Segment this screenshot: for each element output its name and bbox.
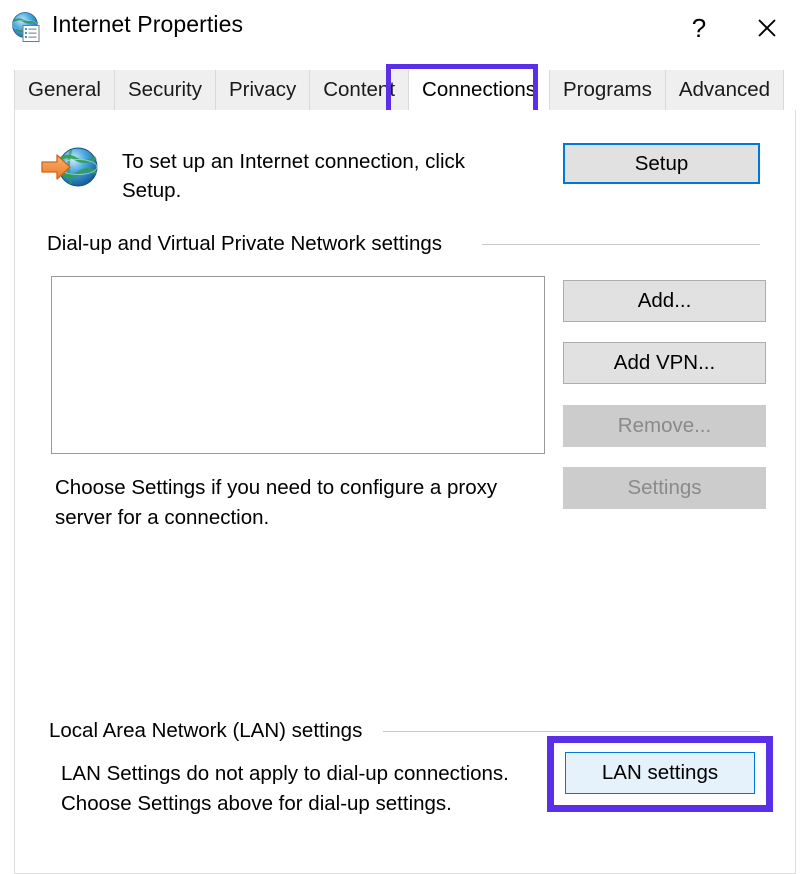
lan-group-rule (383, 731, 760, 732)
internet-properties-window: Internet Properties ? General Security P… (0, 0, 810, 874)
tab-strip: General Security Privacy Content Connect… (14, 70, 785, 110)
dialup-group-rule (482, 244, 760, 245)
tab-programs[interactable]: Programs (550, 70, 666, 110)
tab-security[interactable]: Security (114, 70, 216, 110)
tab-privacy[interactable]: Privacy (216, 70, 311, 110)
tab-general[interactable]: General (14, 70, 115, 110)
dialup-group-label: Dial-up and Virtual Private Network sett… (47, 232, 442, 256)
window-title: Internet Properties (52, 11, 244, 37)
help-button[interactable]: ? (666, 0, 732, 56)
title-bar: Internet Properties ? (0, 0, 810, 56)
add-vpn-button[interactable]: Add VPN... (563, 342, 766, 384)
internet-properties-icon (10, 10, 44, 44)
tab-connections[interactable]: Connections (409, 70, 550, 110)
lan-settings-button[interactable]: LAN settings (565, 752, 755, 794)
remove-button: Remove... (563, 405, 766, 447)
lan-description: LAN Settings do not apply to dial-up con… (61, 762, 509, 815)
setup-description: To set up an Internet connection, click … (122, 150, 466, 202)
close-icon (758, 19, 776, 37)
add-button[interactable]: Add... (563, 280, 766, 322)
dialup-connections-list[interactable] (51, 276, 545, 454)
tab-advanced[interactable]: Advanced (665, 70, 785, 110)
settings-button: Settings (563, 467, 766, 509)
tab-content[interactable]: Content (310, 70, 410, 110)
lan-group-label: Local Area Network (LAN) settings (49, 719, 363, 743)
setup-button[interactable]: Setup (563, 143, 760, 184)
proxy-hint-text: Choose Settings if you need to configure… (55, 476, 498, 529)
globe-with-arrow-icon (40, 142, 102, 192)
close-button[interactable] (734, 0, 800, 56)
